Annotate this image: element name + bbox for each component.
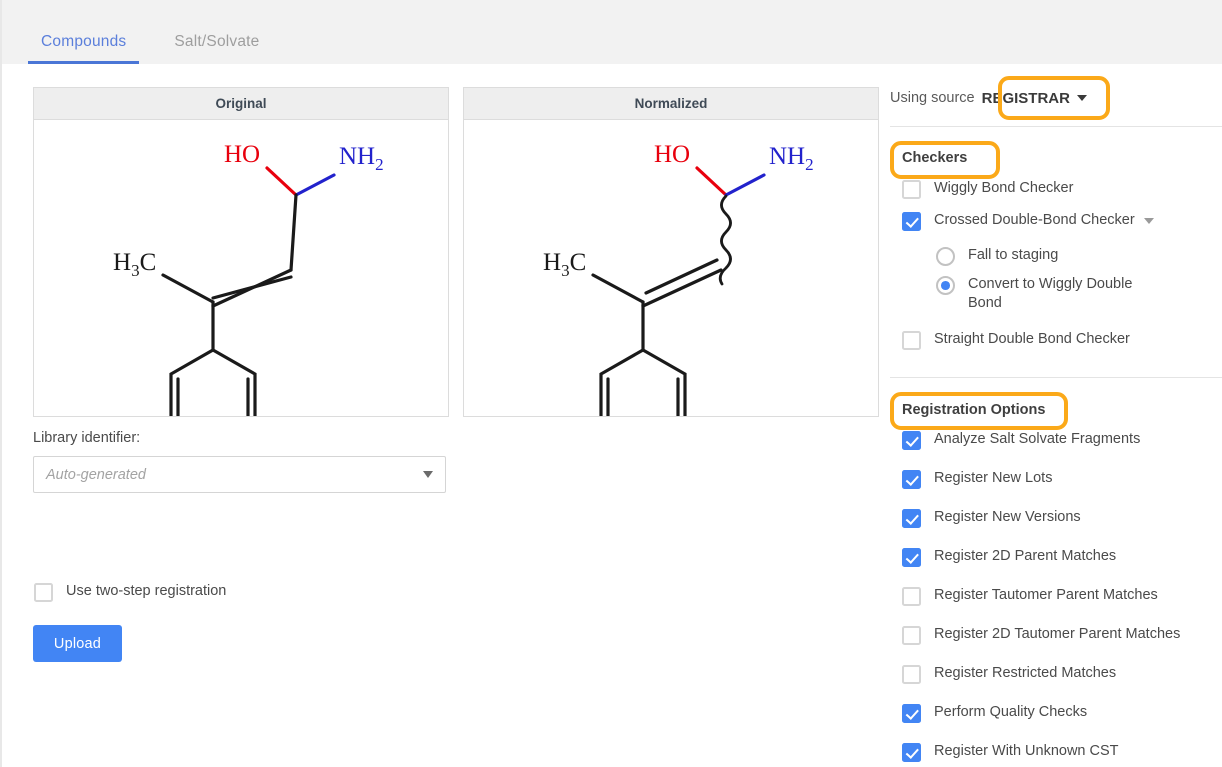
checkbox-icon <box>902 212 921 231</box>
source-dropdown[interactable]: REGISTRAR <box>982 90 1087 107</box>
option-register-2d-tautomer-parent-matches[interactable]: Register 2D Tautomer Parent Matches <box>902 625 1180 645</box>
checkbox-label: Register 2D Parent Matches <box>934 547 1116 565</box>
tab-compounds[interactable]: Compounds <box>24 33 143 64</box>
methyl-label: H3C <box>113 249 156 280</box>
radio-fall-to-staging[interactable]: Fall to staging <box>936 246 1058 266</box>
methyl-label: H3C <box>543 249 586 280</box>
original-panel-title: Original <box>34 88 448 120</box>
source-row: Using source REGISTRAR <box>890 84 1087 112</box>
checkbox-icon <box>902 331 921 350</box>
option-register-2d-parent-matches[interactable]: Register 2D Parent Matches <box>902 547 1116 567</box>
hydroxyl-label: HO <box>224 141 260 168</box>
library-identifier-value: Auto-generated <box>46 467 423 483</box>
checkers-section-title: Checkers <box>902 150 967 166</box>
library-identifier-label: Library identifier: <box>33 430 140 446</box>
use-two-step-registration-checkbox[interactable]: Use two-step registration <box>34 582 226 602</box>
chevron-down-icon[interactable] <box>1144 218 1154 224</box>
checkbox-icon <box>902 587 921 606</box>
upload-button[interactable]: Upload <box>33 625 122 662</box>
checkbox-label: Register Restricted Matches <box>934 664 1116 682</box>
hydroxyl-label: HO <box>654 141 690 168</box>
amine-label: NH2 <box>339 143 384 174</box>
checkbox-label: Register New Versions <box>934 508 1081 526</box>
checkbox-label: Register 2D Tautomer Parent Matches <box>934 625 1180 643</box>
radio-icon <box>936 276 955 295</box>
amine-label: NH2 <box>769 143 814 174</box>
tab-bar: Compounds Salt/Solvate <box>2 0 1222 64</box>
source-value-text: REGISTRAR <box>982 90 1070 107</box>
registration-page: Compounds Salt/Solvate Original <box>0 0 1222 767</box>
library-identifier-select[interactable]: Auto-generated <box>33 456 446 493</box>
divider <box>890 126 1222 127</box>
chevron-down-icon <box>423 471 433 478</box>
original-structure-image: HO NH2 H3C <box>34 120 448 416</box>
option-register-with-unknown-cst[interactable]: Register With Unknown CST <box>902 742 1119 762</box>
checkbox-icon <box>902 180 921 199</box>
checkbox-icon <box>902 509 921 528</box>
checkbox-label: Register Tautomer Parent Matches <box>934 586 1158 604</box>
option-register-new-lots[interactable]: Register New Lots <box>902 469 1052 489</box>
checker-straight-double-bond[interactable]: Straight Double Bond Checker <box>902 330 1130 350</box>
checkbox-label: Analyze Salt Solvate Fragments <box>934 430 1140 448</box>
checkbox-label: Straight Double Bond Checker <box>934 330 1130 348</box>
radio-icon <box>936 247 955 266</box>
original-structure-panel: Original <box>33 87 449 417</box>
original-molecule-svg: HO NH2 H3C <box>91 120 391 416</box>
checkbox-label: Register New Lots <box>934 469 1052 487</box>
checkbox-label: Crossed Double-Bond Checker <box>934 211 1135 229</box>
option-register-tautomer-parent-matches[interactable]: Register Tautomer Parent Matches <box>902 586 1158 606</box>
normalized-structure-image: HO NH2 H3C <box>464 120 878 416</box>
checkbox-icon <box>902 470 921 489</box>
checker-crossed-double-bond[interactable]: Crossed Double-Bond Checker <box>902 211 1154 231</box>
option-perform-quality-checks[interactable]: Perform Quality Checks <box>902 703 1087 723</box>
checkbox-label: Use two-step registration <box>66 582 226 600</box>
checkbox-icon <box>34 583 53 602</box>
option-register-new-versions[interactable]: Register New Versions <box>902 508 1081 528</box>
checkbox-label: Register With Unknown CST <box>934 742 1119 760</box>
checker-wiggly-bond[interactable]: Wiggly Bond Checker <box>902 179 1073 199</box>
checkbox-label: Wiggly Bond Checker <box>934 179 1073 197</box>
options-panel: Using source REGISTRAR Checkers Wiggly B… <box>890 64 1222 767</box>
checkbox-label: Perform Quality Checks <box>934 703 1087 721</box>
source-label: Using source <box>890 90 975 106</box>
checkbox-icon <box>902 548 921 567</box>
chevron-down-icon <box>1077 95 1087 101</box>
divider <box>890 377 1222 378</box>
option-register-restricted-matches[interactable]: Register Restricted Matches <box>902 664 1116 684</box>
radio-convert-to-wiggly-double-bond[interactable]: Convert to Wiggly Double Bond <box>936 275 1136 313</box>
checkbox-icon <box>902 743 921 762</box>
normalized-structure-panel: Normalized <box>463 87 879 417</box>
checkbox-icon <box>902 626 921 645</box>
normalized-panel-title: Normalized <box>464 88 878 120</box>
checkbox-icon <box>902 665 921 684</box>
option-analyze-salt-solvate-fragments[interactable]: Analyze Salt Solvate Fragments <box>902 430 1140 450</box>
radio-label: Fall to staging <box>968 246 1058 265</box>
content-area: Original <box>2 64 1222 767</box>
tab-salt-solvate[interactable]: Salt/Solvate <box>157 33 276 64</box>
radio-label: Convert to Wiggly Double Bond <box>968 275 1136 313</box>
normalized-molecule-svg: HO NH2 H3C <box>521 120 821 416</box>
checkbox-icon <box>902 704 921 723</box>
registration-options-section-title: Registration Options <box>902 402 1045 418</box>
checkbox-icon <box>902 431 921 450</box>
